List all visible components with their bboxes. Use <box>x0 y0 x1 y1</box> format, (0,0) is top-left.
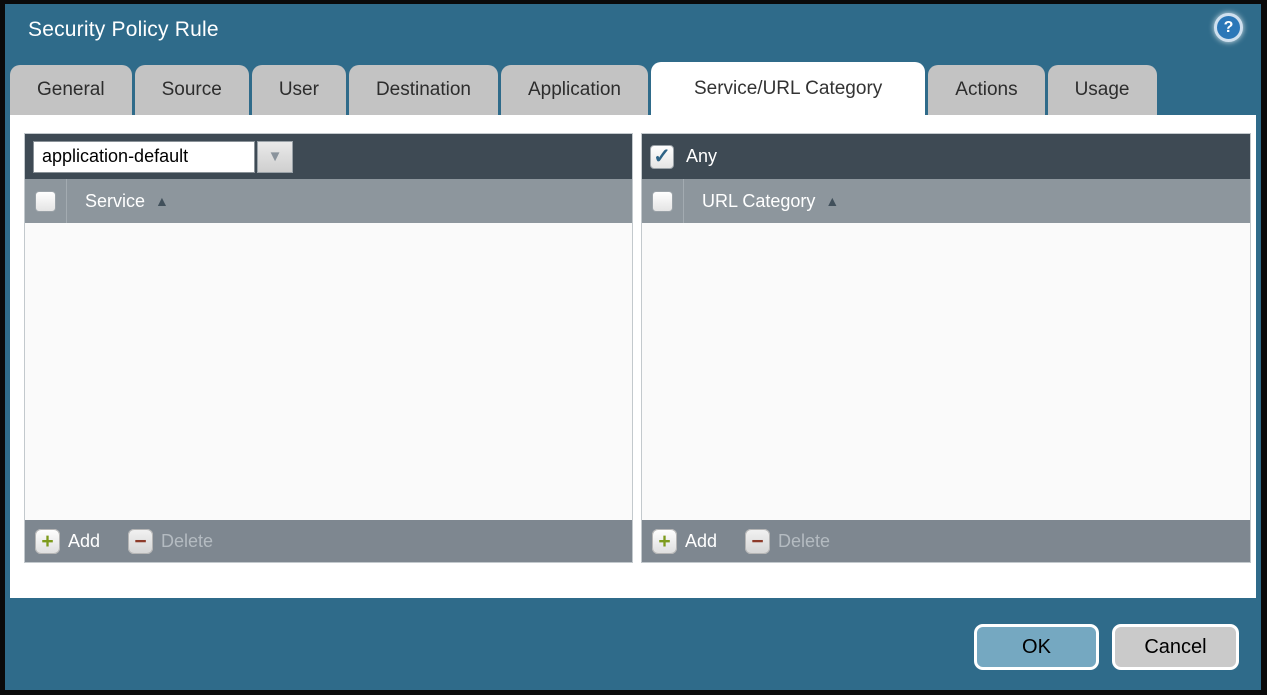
any-checkbox-label: Any <box>686 146 717 167</box>
service-toolbar: + Add − Delete <box>25 520 632 562</box>
tab-actions[interactable]: Actions <box>928 65 1044 115</box>
tab-content-area: ▼ Service ▲ + Add − Delete <box>10 115 1256 598</box>
delete-minus-icon: − <box>128 529 153 554</box>
service-column-header: Service ▲ <box>25 179 632 223</box>
tab-usage[interactable]: Usage <box>1048 65 1157 115</box>
security-policy-rule-dialog: Security Policy Rule ? General Source Us… <box>5 4 1261 690</box>
dialog-action-buttons: OK Cancel <box>974 624 1239 670</box>
sort-asc-icon[interactable]: ▲ <box>155 193 169 209</box>
tab-user[interactable]: User <box>252 65 346 115</box>
url-category-any-bar: ✓ Any <box>642 134 1250 179</box>
url-category-column-header: URL Category ▲ <box>642 179 1250 223</box>
url-category-select-all-cell <box>642 179 684 223</box>
service-type-dropdown-value[interactable] <box>33 141 255 173</box>
tab-service-url-category[interactable]: Service/URL Category <box>651 62 925 115</box>
service-column-label[interactable]: Service <box>85 191 145 212</box>
url-category-add-button[interactable]: + Add <box>652 529 717 554</box>
service-add-button[interactable]: + Add <box>35 529 100 554</box>
any-checkbox[interactable]: ✓ <box>650 145 674 169</box>
help-icon[interactable]: ? <box>1214 13 1243 42</box>
url-category-list-body <box>642 223 1250 520</box>
url-category-panel: ✓ Any URL Category ▲ + Add − Delete <box>641 133 1251 563</box>
add-plus-icon: + <box>652 529 677 554</box>
add-plus-icon: + <box>35 529 60 554</box>
add-button-label: Add <box>685 531 717 552</box>
service-list-body <box>25 223 632 520</box>
tab-application[interactable]: Application <box>501 65 648 115</box>
service-select-all-checkbox[interactable] <box>35 191 56 212</box>
url-category-delete-button[interactable]: − Delete <box>745 529 830 554</box>
tab-destination[interactable]: Destination <box>349 65 498 115</box>
service-delete-button[interactable]: − Delete <box>128 529 213 554</box>
url-category-select-all-checkbox[interactable] <box>652 191 673 212</box>
service-panel: ▼ Service ▲ + Add − Delete <box>24 133 633 563</box>
url-category-toolbar: + Add − Delete <box>642 520 1250 562</box>
delete-button-label: Delete <box>161 531 213 552</box>
service-dropdown-bar: ▼ <box>25 134 632 179</box>
ok-button[interactable]: OK <box>974 624 1099 670</box>
service-select-all-cell <box>25 179 67 223</box>
sort-asc-icon[interactable]: ▲ <box>825 193 839 209</box>
checkmark-icon: ✓ <box>653 146 671 167</box>
tab-bar: General Source User Destination Applicat… <box>10 4 1157 115</box>
add-button-label: Add <box>68 531 100 552</box>
service-type-dropdown-arrow-icon[interactable]: ▼ <box>257 141 293 173</box>
delete-button-label: Delete <box>778 531 830 552</box>
tab-source[interactable]: Source <box>135 65 249 115</box>
cancel-button[interactable]: Cancel <box>1112 624 1239 670</box>
delete-minus-icon: − <box>745 529 770 554</box>
url-category-column-label[interactable]: URL Category <box>702 191 815 212</box>
tab-general[interactable]: General <box>10 65 132 115</box>
